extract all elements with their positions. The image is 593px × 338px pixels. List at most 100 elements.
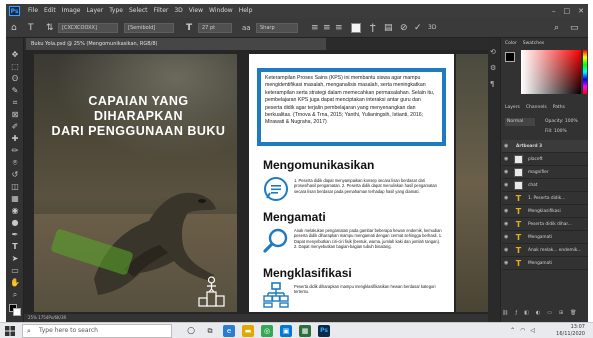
workspace-icon[interactable]: ▭	[570, 22, 579, 34]
search-icon[interactable]: ⌕	[554, 22, 559, 34]
spreadsheet-app-icon[interactable]: ▦	[299, 325, 311, 337]
warp-text-icon[interactable]: Ϯ	[370, 22, 376, 34]
windows-start-icon[interactable]	[5, 326, 15, 336]
blend-mode-select[interactable]: Normal	[505, 118, 535, 126]
font-size-select[interactable]: 27 pt	[198, 23, 232, 33]
tab-channels[interactable]: Channels	[526, 104, 547, 112]
visibility-eye-icon[interactable]: ◉	[504, 218, 508, 231]
visibility-eye-icon[interactable]: ◉	[504, 166, 508, 179]
layer-row[interactable]: ◉ placeft	[502, 153, 588, 166]
file-explorer-icon[interactable]: ▬	[242, 325, 254, 337]
tab-color[interactable]: Color	[505, 40, 517, 48]
history-brush-tool-icon[interactable]: ↺	[10, 170, 20, 180]
menu-3d[interactable]: 3D	[174, 6, 182, 16]
layer-row[interactable]: ◉ Artboard 3	[502, 140, 588, 153]
visibility-eye-icon[interactable]: ◉	[504, 140, 508, 153]
menu-select[interactable]: Select	[129, 6, 148, 16]
visibility-eye-icon[interactable]: ◉	[504, 192, 508, 205]
antialias-select[interactable]: Sharp	[256, 23, 298, 33]
frame-tool-icon[interactable]: ⊠	[10, 110, 20, 120]
character-panel-icon[interactable]: ▤	[384, 22, 393, 34]
minimize-button[interactable]: –	[552, 6, 556, 16]
menu-type[interactable]: Type	[109, 6, 123, 16]
folder-icon[interactable]: ▭	[547, 310, 552, 316]
align-center-icon[interactable]: ≡	[323, 22, 331, 34]
color-picker-field[interactable]	[521, 50, 581, 94]
brush-tool-icon[interactable]: ✏	[10, 146, 20, 156]
text-color-swatch[interactable]	[351, 23, 361, 33]
visibility-eye-icon[interactable]: ◉	[504, 257, 508, 270]
close-button[interactable]: ✕	[578, 6, 584, 16]
chrome-icon[interactable]: ◎	[261, 325, 273, 337]
background-color-swatch[interactable]	[13, 308, 21, 316]
type-tool-icon[interactable]: T	[10, 242, 20, 252]
commit-icon[interactable]: ✓	[414, 22, 422, 34]
tab-swatches[interactable]: Swatches	[523, 40, 545, 48]
menu-image[interactable]: Image	[62, 6, 81, 16]
menu-help[interactable]: Help	[239, 6, 253, 16]
text-orientation-icon[interactable]: ⇅	[46, 22, 54, 34]
volume-icon[interactable]: ◁	[530, 327, 535, 334]
chevron-up-icon[interactable]: ⌃	[510, 327, 515, 334]
color-foreground-swatch[interactable]	[505, 52, 515, 62]
fx-icon[interactable]: ƒ	[515, 310, 517, 316]
properties-panel-icon[interactable]: ⚙	[490, 64, 496, 72]
home-icon[interactable]: ⌂	[11, 22, 17, 34]
visibility-eye-icon[interactable]: ◉	[504, 231, 508, 244]
paragraph-panel-icon[interactable]: ¶	[490, 80, 494, 88]
menu-window[interactable]: Window	[209, 6, 233, 16]
taskbar-search-input[interactable]: ⌕ Type here to search	[22, 324, 172, 338]
quick-select-tool-icon[interactable]: ✎	[10, 86, 20, 96]
menu-layer[interactable]: Layer	[86, 6, 103, 16]
layer-row[interactable]: ◉ T Anak melak... endemik...	[502, 244, 588, 257]
edge-icon[interactable]: e	[223, 325, 235, 337]
visibility-eye-icon[interactable]: ◉	[504, 179, 508, 192]
visibility-eye-icon[interactable]: ◉	[504, 205, 508, 218]
move-tool-icon[interactable]: ✥	[10, 50, 20, 60]
pen-tool-icon[interactable]: ✒	[10, 230, 20, 240]
clone-stamp-tool-icon[interactable]: ⍟	[10, 158, 20, 168]
lasso-tool-icon[interactable]: ʘ	[10, 74, 20, 84]
cancel-icon[interactable]: ⊘	[400, 22, 408, 34]
layer-row[interactable]: ◉ T Peserta didik dihar...	[502, 218, 588, 231]
history-panel-icon[interactable]: ⟲	[490, 48, 496, 56]
gradient-tool-icon[interactable]: ▦	[10, 194, 20, 204]
layer-row[interactable]: ◉ magnifier	[502, 166, 588, 179]
photoshop-taskbar-icon[interactable]: Ps	[318, 325, 330, 337]
new-layer-icon[interactable]: ⊞	[559, 310, 563, 316]
layer-row[interactable]: ◉ chat	[502, 179, 588, 192]
crop-tool-icon[interactable]: ⌗	[10, 98, 20, 108]
menu-file[interactable]: File	[28, 6, 38, 16]
align-right-icon[interactable]: ≡	[335, 22, 343, 34]
canvas-area[interactable]: CAPAIAN YANG DIHARAPKAN DARI PENGGUNAAN …	[24, 50, 488, 314]
fill-field[interactable]: Fill: 100%	[545, 128, 567, 136]
hue-slider[interactable]	[583, 50, 587, 94]
tab-paths[interactable]: Paths	[553, 104, 565, 112]
blur-tool-icon[interactable]: ◉	[10, 206, 20, 216]
rectangle-tool-icon[interactable]: ▭	[10, 266, 20, 276]
align-left-icon[interactable]: ≡	[311, 22, 319, 34]
healing-brush-tool-icon[interactable]: ✚	[10, 134, 20, 144]
mask-icon[interactable]: ◧	[524, 310, 529, 316]
layer-row[interactable]: ◉ T 1. Peserta didik...	[502, 192, 588, 205]
opacity-field[interactable]: Opacity: 100%	[545, 118, 578, 126]
tab-layers[interactable]: Layers	[505, 104, 520, 112]
eraser-tool-icon[interactable]: ◫	[10, 182, 20, 192]
layer-row[interactable]: ◉ T Mengamati	[502, 257, 588, 270]
store-icon[interactable]: ▣	[280, 325, 292, 337]
path-selection-tool-icon[interactable]: ➤	[10, 254, 20, 264]
eyedropper-tool-icon[interactable]: ✐	[10, 122, 20, 132]
menu-view[interactable]: View	[189, 6, 203, 16]
dodge-tool-icon[interactable]: ●	[10, 218, 20, 228]
delete-icon[interactable]: 🗑	[570, 310, 576, 316]
font-style-select[interactable]: [Semibold]	[124, 23, 174, 33]
document-tab[interactable]: Buku Yola.psd @ 25% (Mengomunikasikan, R…	[26, 38, 326, 50]
font-family-select[interactable]: [CXCXCOOXX]	[58, 23, 118, 33]
clock[interactable]: 13:07 16/11/2020	[556, 324, 585, 337]
layer-row[interactable]: ◉ T Mengamati	[502, 231, 588, 244]
cortana-icon[interactable]: ○	[185, 325, 197, 337]
3d-mode-icon[interactable]: 3D	[428, 22, 436, 34]
task-view-icon[interactable]: ⧉	[204, 325, 216, 337]
visibility-eye-icon[interactable]: ◉	[504, 153, 508, 166]
network-icon[interactable]: ◠	[520, 327, 525, 334]
